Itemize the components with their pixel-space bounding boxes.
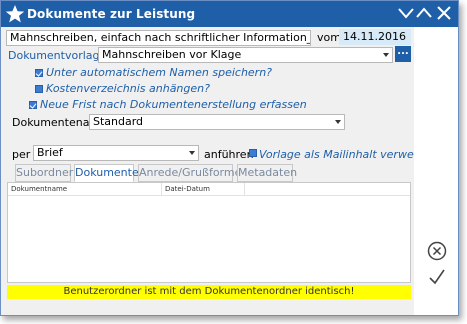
documents-table: Dokumentname Datei-Datum [7,182,411,283]
column-divider [244,183,245,195]
dokumentenart-value: Standard [93,115,144,128]
auto-name-label: Unter automatischem Namen speichern? [46,66,273,79]
tab-subordner[interactable]: Subordner [15,164,73,182]
window-title: Dokumente zur Leistung [27,7,196,21]
column-header: Datei-Datum [165,185,210,193]
action-sidebar [414,27,458,315]
per-select[interactable]: Brief [33,145,199,161]
subject-input[interactable]: Mahnschreiben, einfach nach schriftliche… [6,30,311,46]
vorlage-select[interactable]: Mahnschreiben vor Klage [98,47,393,63]
per-label: per [12,148,31,161]
date-input[interactable]: 14.11.2016 [339,29,411,45]
dokumentenart-label: Dokumentenart [12,116,99,129]
vorlage-label: Dokumentvorlage [8,49,107,62]
chevron-down-icon [383,53,389,57]
chevron-down-icon [335,120,341,124]
tab-dokumente[interactable]: Dokumente [74,164,139,182]
auto-name-checkbox[interactable] [35,69,43,77]
date-label: vom [317,31,341,44]
column-header: Dokumentname [11,185,68,193]
vorlage-browse-button[interactable]: ... [395,46,411,62]
neue-frist-checkbox[interactable] [29,101,37,109]
dialog-window: Dokumente zur Leistung Mahnschreiben, ei… [0,0,459,316]
anfuehren-label: anführen [204,148,254,161]
per-value: Brief [37,146,63,159]
minimize-icon[interactable] [397,4,415,22]
tab-anrede[interactable]: Anrede/Grußformel [138,164,244,182]
dokumentenart-select[interactable]: Standard [89,114,345,130]
tab-metadaten[interactable]: Metadaten [237,164,297,182]
circle-x-icon[interactable] [427,241,447,261]
close-icon[interactable] [435,4,453,22]
neue-frist-label: Neue Frist nach Dokumentenerstellung erf… [40,98,307,111]
title-bar: Dokumente zur Leistung [1,1,458,27]
status-message: Benutzerordner ist mit dem Dokumentenord… [7,285,411,299]
mailinhalt-checkbox[interactable] [249,149,257,157]
kostenverzeichnis-label: Kostenverzeichnis anhängen? [46,82,210,95]
vorlage-value: Mahnschreiben vor Klage [102,48,242,61]
kostenverzeichnis-checkbox[interactable] [35,85,43,93]
maximize-icon[interactable] [415,4,433,22]
chevron-down-icon [189,151,195,155]
star-icon [5,5,25,23]
column-divider [161,183,162,195]
check-icon[interactable] [427,267,447,287]
